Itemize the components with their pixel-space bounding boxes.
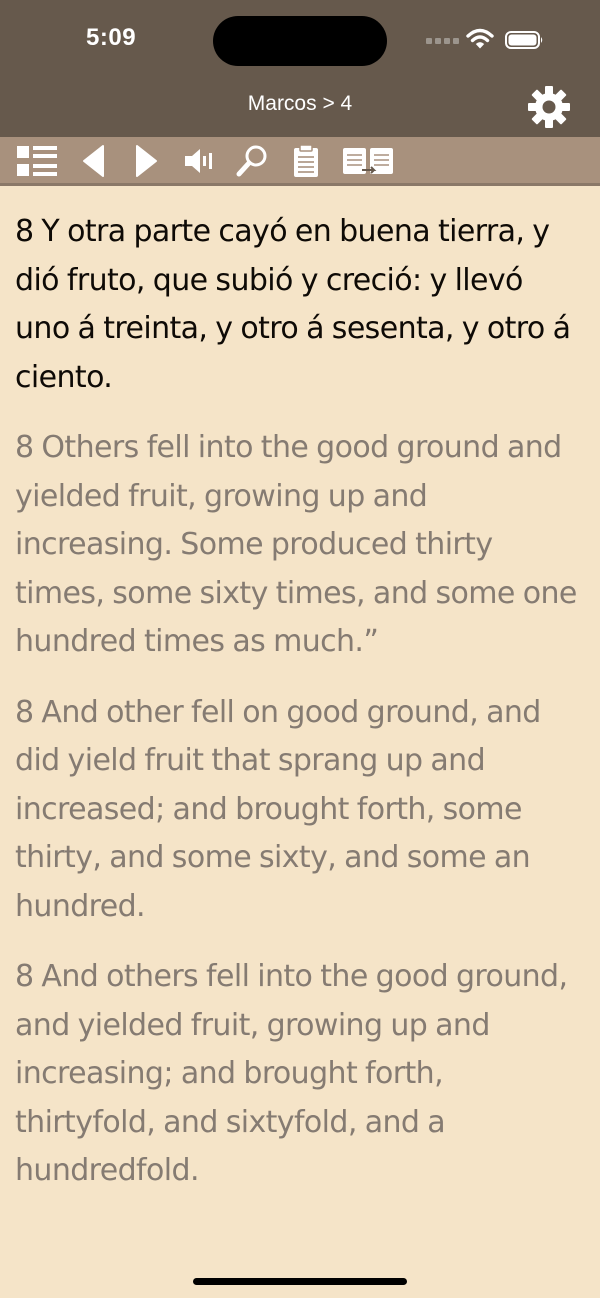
- verse-spanish[interactable]: 8 Y otra parte cayó en buena tierra, y d…: [15, 208, 585, 402]
- gear-icon[interactable]: [525, 83, 573, 131]
- status-bar: 5:09: [0, 0, 600, 82]
- toolbar: [0, 137, 600, 186]
- navigation-bar: Marcos > 4: [0, 82, 600, 137]
- speaker-icon[interactable]: [182, 141, 216, 181]
- status-time: 5:09: [86, 24, 137, 51]
- home-indicator[interactable]: [193, 1278, 407, 1285]
- verse-translation[interactable]: 8 And other fell on good ground, and did…: [15, 689, 585, 932]
- previous-icon[interactable]: [78, 141, 108, 181]
- notes-icon[interactable]: [289, 141, 323, 181]
- search-icon[interactable]: [234, 141, 270, 181]
- verse-translation[interactable]: 8 And others fell into the good ground, …: [15, 953, 585, 1196]
- verse-translation[interactable]: 8 Others fell into the good ground and y…: [15, 424, 585, 667]
- dynamic-island: [213, 16, 387, 66]
- list-icon[interactable]: [14, 141, 60, 181]
- next-icon[interactable]: [132, 141, 162, 181]
- wifi-icon: [466, 28, 494, 49]
- verse-list: 8 Y otra parte cayó en buena tierra, y d…: [15, 208, 585, 1218]
- battery-icon: [505, 31, 543, 49]
- chapter-title[interactable]: Marcos > 4: [0, 92, 600, 116]
- cellular-signal-icon: [426, 38, 459, 44]
- compare-icon[interactable]: [341, 141, 395, 181]
